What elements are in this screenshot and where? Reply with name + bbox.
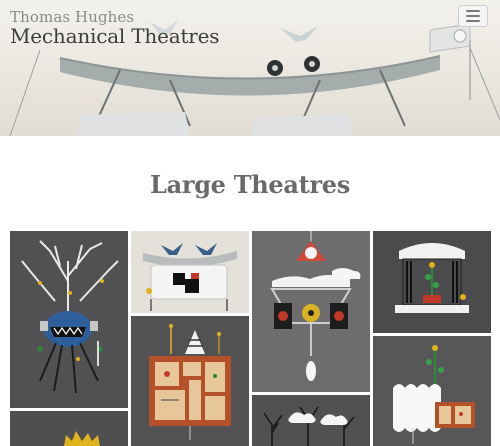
gallery-image-curtain-stage[interactable] [373,231,491,333]
theatre-image [131,231,249,313]
theatre-image [252,231,370,392]
gallery-image-dome-machine[interactable] [252,231,370,392]
theatre-image [10,231,128,408]
gallery-image-tree-creature[interactable] [10,231,128,408]
gallery-image-red-cabinet[interactable] [131,316,249,446]
theatre-gallery [0,0,500,446]
theatre-image [373,336,491,446]
theatre-image [252,395,370,446]
gallery-image-crown[interactable] [10,411,128,446]
theatre-image [373,231,491,333]
gallery-image-bare-trees[interactable] [252,395,370,446]
gallery-image-cloud-frame[interactable] [373,336,491,446]
theatre-image [131,316,249,446]
gallery-image-birds-panel[interactable] [131,231,249,313]
theatre-image [10,411,128,446]
